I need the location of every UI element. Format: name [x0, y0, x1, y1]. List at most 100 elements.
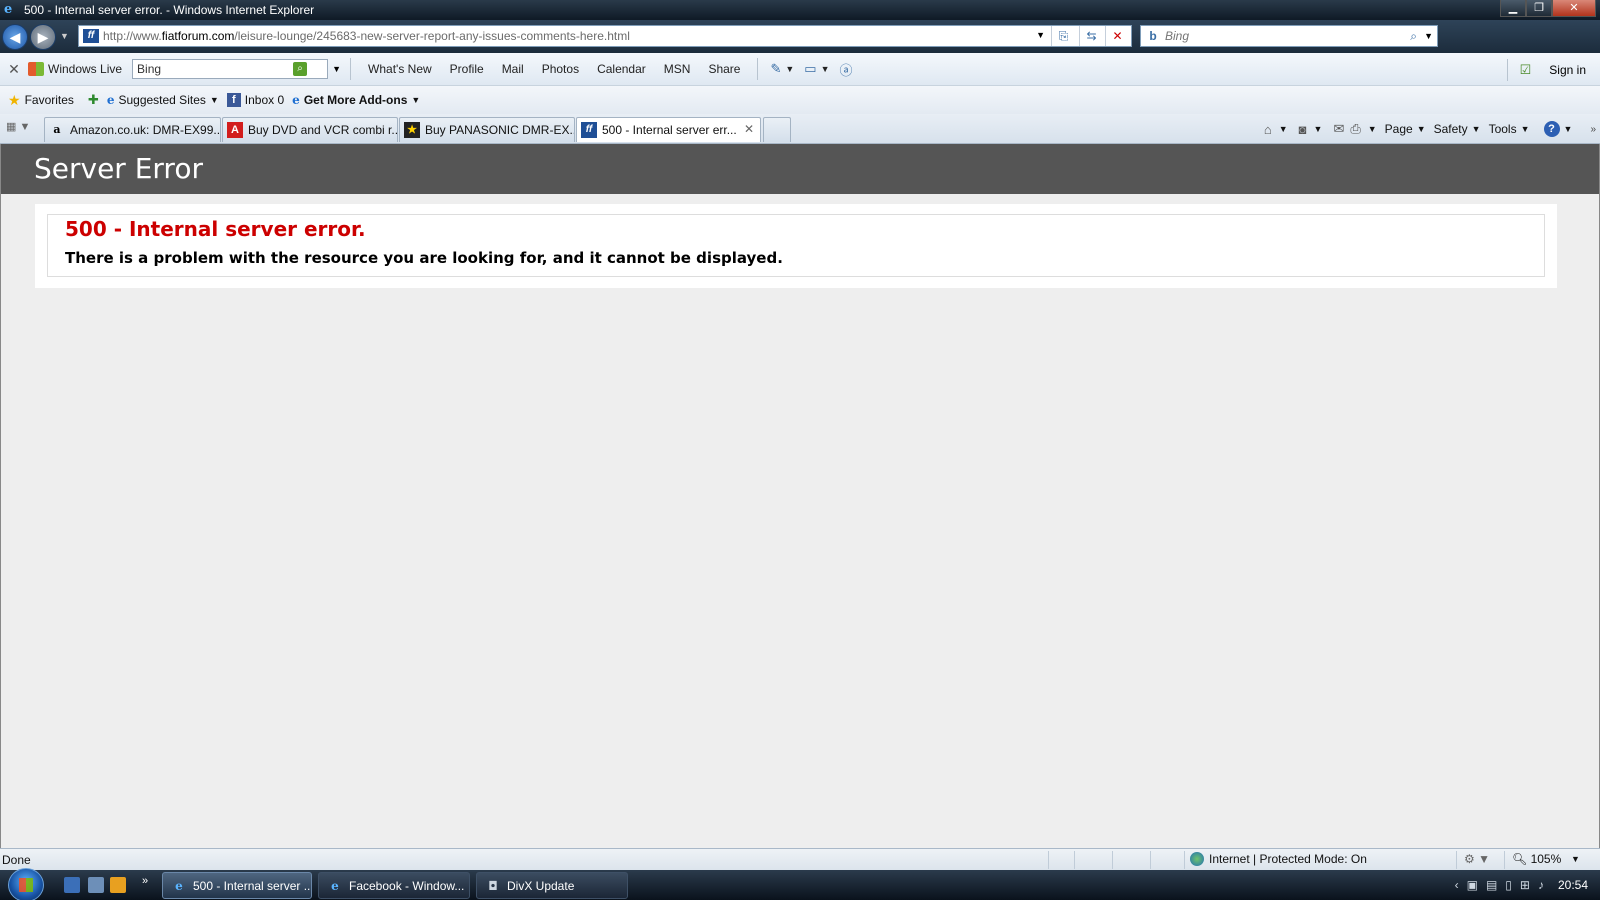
home-dropdown[interactable]: ▼	[1279, 124, 1288, 134]
url-domain: fiatforum.com	[161, 29, 235, 43]
ie-icon: e	[292, 93, 300, 107]
page-menu[interactable]: Page	[1385, 122, 1413, 136]
volume-icon[interactable]: ♪	[1538, 878, 1544, 892]
blog-icon[interactable]: ✎	[770, 61, 781, 77]
amazon-favicon-icon: a	[53, 123, 61, 136]
home-icon[interactable]: ⌂	[1264, 122, 1272, 137]
tools-menu[interactable]: Tools	[1489, 122, 1517, 136]
live-search-dropdown[interactable]: ▼	[332, 64, 341, 74]
error-title: 500 - Internal server error.	[65, 217, 366, 241]
close-toolbar-icon[interactable]: ✕	[0, 61, 28, 78]
quick-launch-overflow-icon[interactable]: »	[142, 875, 148, 887]
window-icon[interactable]: ▭	[804, 61, 816, 77]
search-box[interactable]: b ⌕ ▼	[1140, 25, 1438, 47]
print-icon[interactable]: ⎙	[1350, 121, 1360, 137]
tab-server-error[interactable]: ff 500 - Internal server err... ✕	[576, 117, 761, 142]
ie-icon: e	[106, 93, 115, 107]
minimize-button[interactable]: ▁	[1500, 0, 1526, 17]
feeds-dropdown[interactable]: ▼	[1314, 124, 1323, 134]
back-button[interactable]: ◀	[2, 24, 28, 50]
page-header: Server Error	[1, 144, 1599, 194]
restore-button[interactable]: ❐	[1526, 0, 1552, 17]
window-dropdown[interactable]: ▼	[821, 64, 830, 74]
switch-windows-icon[interactable]	[88, 877, 104, 893]
forward-button[interactable]: ▶	[30, 24, 56, 50]
safety-menu[interactable]: Safety	[1434, 122, 1468, 136]
tools-dropdown[interactable]: ▼	[1521, 124, 1530, 134]
sign-in-link[interactable]: Sign in	[1549, 63, 1586, 77]
print-dropdown[interactable]: ▼	[1368, 124, 1377, 134]
close-tab-icon[interactable]: ✕	[744, 122, 754, 136]
show-desktop-icon[interactable]	[64, 877, 80, 893]
inbox-link[interactable]: f Inbox 0	[226, 93, 284, 107]
link-photos[interactable]: Photos	[542, 62, 579, 76]
link-calendar[interactable]: Calendar	[597, 62, 646, 76]
tab-buy-dvd[interactable]: A Buy DVD and VCR combi r...	[222, 117, 398, 142]
help-dropdown[interactable]: ▼	[1564, 124, 1573, 134]
network-icon[interactable]: ⊞	[1520, 878, 1530, 892]
taskbar-button-facebook[interactable]: e Facebook - Window...	[318, 872, 470, 899]
new-tab-button[interactable]	[763, 117, 791, 142]
tab-amazon[interactable]: a Amazon.co.uk: DMR-EX99...	[44, 117, 221, 142]
tray-app-icon[interactable]: ▣	[1467, 878, 1478, 892]
protected-mode-icon[interactable]: ⚙ ▼	[1464, 852, 1490, 866]
start-button[interactable]	[8, 868, 44, 900]
search-input[interactable]	[1165, 29, 1395, 43]
search-options-dropdown[interactable]: ▼	[1424, 31, 1433, 41]
star-favicon-icon: ★	[404, 122, 420, 138]
link-profile[interactable]: Profile	[450, 62, 484, 76]
refresh-icon[interactable]: ⇆	[1079, 26, 1103, 46]
ie-icon: e	[175, 878, 183, 893]
live-search-input[interactable]	[137, 62, 288, 76]
zoom-dropdown[interactable]: ▼	[1571, 854, 1580, 864]
tab-list-dropdown[interactable]: ▼	[19, 121, 30, 133]
taskbar-button-divx[interactable]: ◘ DivX Update	[476, 872, 628, 899]
windows-live-logo[interactable]: Windows Live	[28, 62, 122, 76]
page-dropdown[interactable]: ▼	[1417, 124, 1426, 134]
close-window-button[interactable]: ✕	[1552, 0, 1596, 17]
taskbar-button-ie[interactable]: e 500 - Internal server ...	[162, 872, 312, 899]
toolbar-separator	[757, 58, 759, 80]
compatibility-view-icon[interactable]: ⎘	[1051, 26, 1075, 46]
toolbar-overflow-icon[interactable]: »	[1590, 124, 1596, 135]
security-zone[interactable]: Internet | Protected Mode: On	[1190, 852, 1367, 866]
clock[interactable]: 20:54	[1558, 878, 1588, 892]
feeds-icon[interactable]: ◙	[1299, 122, 1307, 137]
windows-live-toolbar: ✕ Windows Live ⌕ ▼ What's New Profile Ma…	[0, 53, 1600, 86]
messenger-status-icon[interactable]: ☑	[1520, 62, 1532, 78]
link-msn[interactable]: MSN	[664, 62, 691, 76]
translate-icon[interactable]: ⓐ	[840, 60, 853, 79]
favorites-button[interactable]: ★ Favorites	[8, 92, 74, 109]
show-hidden-icons[interactable]: ‹	[1455, 878, 1459, 892]
battery-icon[interactable]: ▯	[1505, 878, 1512, 892]
url-text[interactable]: http://www.fiatforum.com/leisure-lounge/…	[103, 29, 630, 43]
safety-dropdown[interactable]: ▼	[1472, 124, 1481, 134]
link-mail[interactable]: Mail	[502, 62, 524, 76]
help-icon[interactable]: ?	[1543, 121, 1560, 137]
quick-tabs-button[interactable]: ▦ ▼	[6, 120, 40, 140]
suggested-sites-button[interactable]: e Suggested Sites ▼	[107, 93, 219, 107]
link-whats-new[interactable]: What's New	[368, 62, 432, 76]
address-dropdown-icon[interactable]: ▼	[1036, 30, 1045, 40]
retailer-favicon-icon: A	[227, 122, 243, 138]
live-search-box[interactable]: ⌕ ▼	[132, 59, 341, 79]
tray-app-icon[interactable]: ▤	[1486, 878, 1497, 892]
add-to-favorites-bar-icon[interactable]: ✚	[88, 92, 99, 108]
get-addons-label: Get More Add-ons	[303, 93, 408, 107]
tab-buy-panasonic[interactable]: ★ Buy PANASONIC DMR-EX...	[399, 117, 575, 142]
link-share[interactable]: Share	[708, 62, 740, 76]
taskbar-label: Facebook - Window...	[349, 878, 465, 893]
status-divider	[1504, 851, 1505, 869]
get-addons-button[interactable]: e Get More Add-ons ▼	[292, 93, 420, 107]
address-bar[interactable]: ff http://www.fiatforum.com/leisure-loun…	[78, 25, 1132, 47]
url-prefix: http://www.	[103, 29, 162, 43]
blog-dropdown[interactable]: ▼	[785, 64, 794, 74]
recent-pages-dropdown[interactable]: ▼	[60, 31, 69, 41]
search-icon[interactable]: ⌕	[1410, 29, 1417, 44]
live-search-go-icon[interactable]: ⌕	[293, 62, 308, 76]
stop-icon[interactable]: ✕	[1105, 26, 1129, 46]
read-mail-icon[interactable]: ✉	[1333, 121, 1344, 137]
zoom-level[interactable]: 🔍︎ 105%	[1512, 852, 1561, 866]
tab-label: 500 - Internal server err...	[602, 123, 737, 137]
media-player-icon[interactable]	[110, 877, 126, 893]
